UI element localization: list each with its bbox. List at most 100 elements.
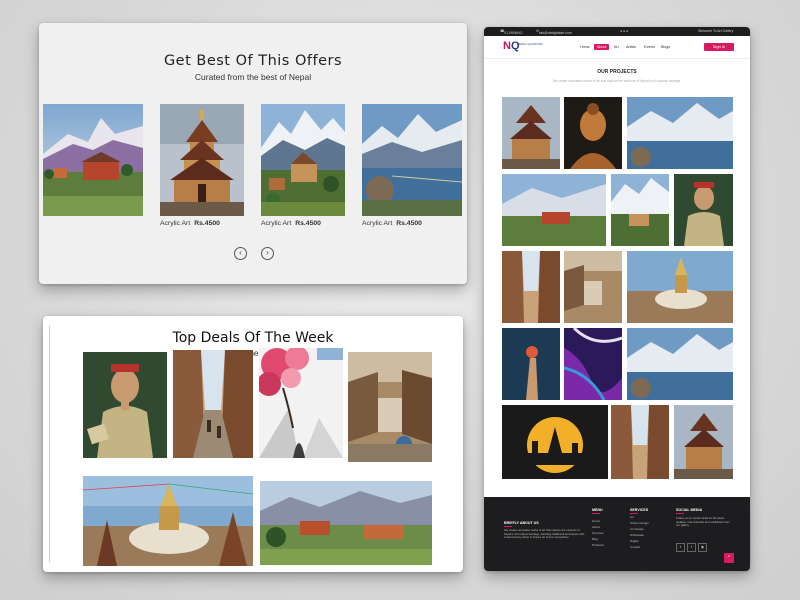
projects-title: OUR PROJECTS: [597, 69, 637, 75]
stupa-painting: [83, 476, 253, 566]
deals-section: Top Deals Of The Week Curated from the b…: [43, 316, 463, 572]
pagoda-thumbnail: [502, 97, 560, 169]
footer-service-1[interactable]: Art: [630, 515, 634, 519]
gallery-item[interactable]: [502, 405, 608, 479]
footer-service-3[interactable]: Art Design: [630, 527, 644, 531]
twitter-icon[interactable]: t: [676, 543, 685, 552]
gallery-item[interactable]: [564, 251, 622, 323]
offer-painting-3[interactable]: [261, 104, 345, 216]
himalaya-thumbnail: [611, 174, 669, 246]
portrait-painting: [83, 352, 167, 458]
deal-painting-market[interactable]: [348, 352, 432, 462]
gallery-item[interactable]: [611, 174, 669, 246]
email-text: ✉ info@nbdigitalart.com: [536, 29, 572, 35]
offer-category-2: Acrylic Art: [160, 220, 191, 227]
mountain-lake-thumbnail: [627, 97, 733, 169]
footer-about-text: We create innovative works of art that c…: [504, 528, 585, 540]
offer-price-4: Rs.4500: [396, 220, 422, 227]
phone-text: ☎ 01-5906442: [500, 29, 523, 35]
gallery-item[interactable]: [627, 251, 733, 323]
footer-menu-products[interactable]: Products: [592, 543, 604, 547]
footer-social-text: Follow us on social media for the latest…: [676, 516, 730, 528]
nav-home[interactable]: Home: [580, 45, 590, 49]
street-thumbnail: [502, 251, 560, 323]
gallery-item[interactable]: [564, 328, 622, 400]
gallery-item[interactable]: [611, 405, 669, 479]
offer-price-2: Rs.4500: [194, 220, 220, 227]
scroll-to-top-button[interactable]: ⌃: [724, 553, 734, 563]
footer-menu-home[interactable]: Home: [592, 519, 600, 523]
nav-blogs[interactable]: Blogs: [661, 45, 670, 49]
divider: [49, 326, 50, 562]
offer-label-4: Acrylic Art Rs.4500: [362, 220, 422, 227]
top-bar: ☎ 01-5906442 ✉ info@nbdigitalart.com ● ●…: [484, 27, 750, 36]
himalaya-village-painting: [261, 104, 345, 216]
footer-service-5[interactable]: Digital: [630, 539, 638, 543]
gallery-item[interactable]: [502, 251, 560, 323]
footer-services-heading: SERVICES: [630, 508, 649, 512]
hand-flower-thumbnail: [502, 328, 560, 400]
deal-painting-street[interactable]: [173, 350, 253, 458]
gallery-item[interactable]: [502, 97, 560, 169]
deals-title: Top Deals Of The Week: [172, 330, 334, 346]
facebook-icon[interactable]: f: [687, 543, 696, 552]
social-icons-top[interactable]: ● ● ●: [620, 29, 628, 33]
footer-menu-heading: MENU: [592, 508, 603, 512]
offers-title: Get Best Of This Offers: [163, 53, 343, 69]
buddha-thumbnail: [564, 97, 622, 169]
offer-category-4: Acrylic Art: [362, 220, 393, 227]
sign-in-button[interactable]: Sign In: [704, 43, 734, 51]
footer-service-4[interactable]: Wholesale: [630, 533, 644, 537]
footer-about-heading: BRIEFLY ABOUT US: [504, 521, 539, 525]
carousel-prev-button[interactable]: ‹: [234, 247, 247, 260]
pagoda-thumbnail-2: [674, 405, 733, 479]
offer-label-2: Acrylic Art Rs.4500: [160, 220, 220, 227]
offer-painting-1[interactable]: [43, 104, 143, 216]
mountain-lake-thumbnail-2: [627, 328, 733, 400]
gallery-item[interactable]: [502, 328, 560, 400]
deal-painting-portrait[interactable]: [83, 352, 167, 458]
village-thumbnail: [502, 174, 606, 246]
offer-price-3: Rs.4500: [295, 220, 321, 227]
website-preview: ☎ 01-5906442 ✉ info@nbdigitalart.com ● ●…: [484, 27, 750, 571]
offers-subtitle: Curated from the best of Nepal: [194, 72, 312, 82]
nav-artists[interactable]: Artists: [626, 45, 636, 49]
footer-menu-about[interactable]: About: [592, 525, 600, 529]
gallery-item[interactable]: [674, 405, 733, 479]
nav-about[interactable]: About: [594, 44, 610, 50]
nav-events[interactable]: Events: [644, 45, 655, 49]
gallery-item[interactable]: [564, 97, 622, 169]
cherry-blossom-painting: [259, 348, 343, 458]
market-painting: [348, 352, 432, 462]
gallery-item[interactable]: [627, 97, 733, 169]
offer-painting-2[interactable]: [160, 104, 244, 216]
gallery-item[interactable]: [627, 328, 733, 400]
deal-painting-stupa[interactable]: [83, 476, 253, 566]
street-painting: [173, 350, 253, 458]
deal-painting-blossom[interactable]: [259, 348, 343, 458]
gallery-item[interactable]: [502, 174, 606, 246]
market-thumbnail: [564, 251, 622, 323]
footer-menu-blog[interactable]: Blog: [592, 537, 598, 541]
footer-service-6[interactable]: Contact: [630, 545, 640, 549]
village-landscape-painting: [260, 481, 432, 565]
logo-tagline: NEPAL QUANTUM: [517, 42, 543, 46]
chevron-right-icon: ›: [266, 248, 269, 257]
footer-menu-services[interactable]: Services: [592, 531, 604, 535]
gallery-item[interactable]: [674, 174, 733, 246]
deal-painting-village[interactable]: [260, 481, 432, 565]
portrait-thumbnail: [674, 174, 733, 246]
chevron-up-icon: ⌃: [726, 555, 732, 561]
footer-service-2[interactable]: Online Design: [630, 521, 649, 525]
sunset-silhouette-thumbnail: [502, 405, 608, 479]
offer-painting-4[interactable]: [362, 104, 462, 216]
carousel-next-button[interactable]: ›: [261, 247, 274, 260]
offer-category-3: Acrylic Art: [261, 220, 292, 227]
nav-art[interactable]: Art: [614, 45, 619, 49]
street-thumbnail-2: [611, 405, 669, 479]
instagram-icon[interactable]: ◉: [698, 543, 707, 552]
welcome-text: Welcome To Art Gallery: [698, 29, 734, 33]
chevron-left-icon: ‹: [239, 248, 242, 257]
stupa-thumbnail: [627, 251, 733, 323]
abstract-thumbnail: [564, 328, 622, 400]
